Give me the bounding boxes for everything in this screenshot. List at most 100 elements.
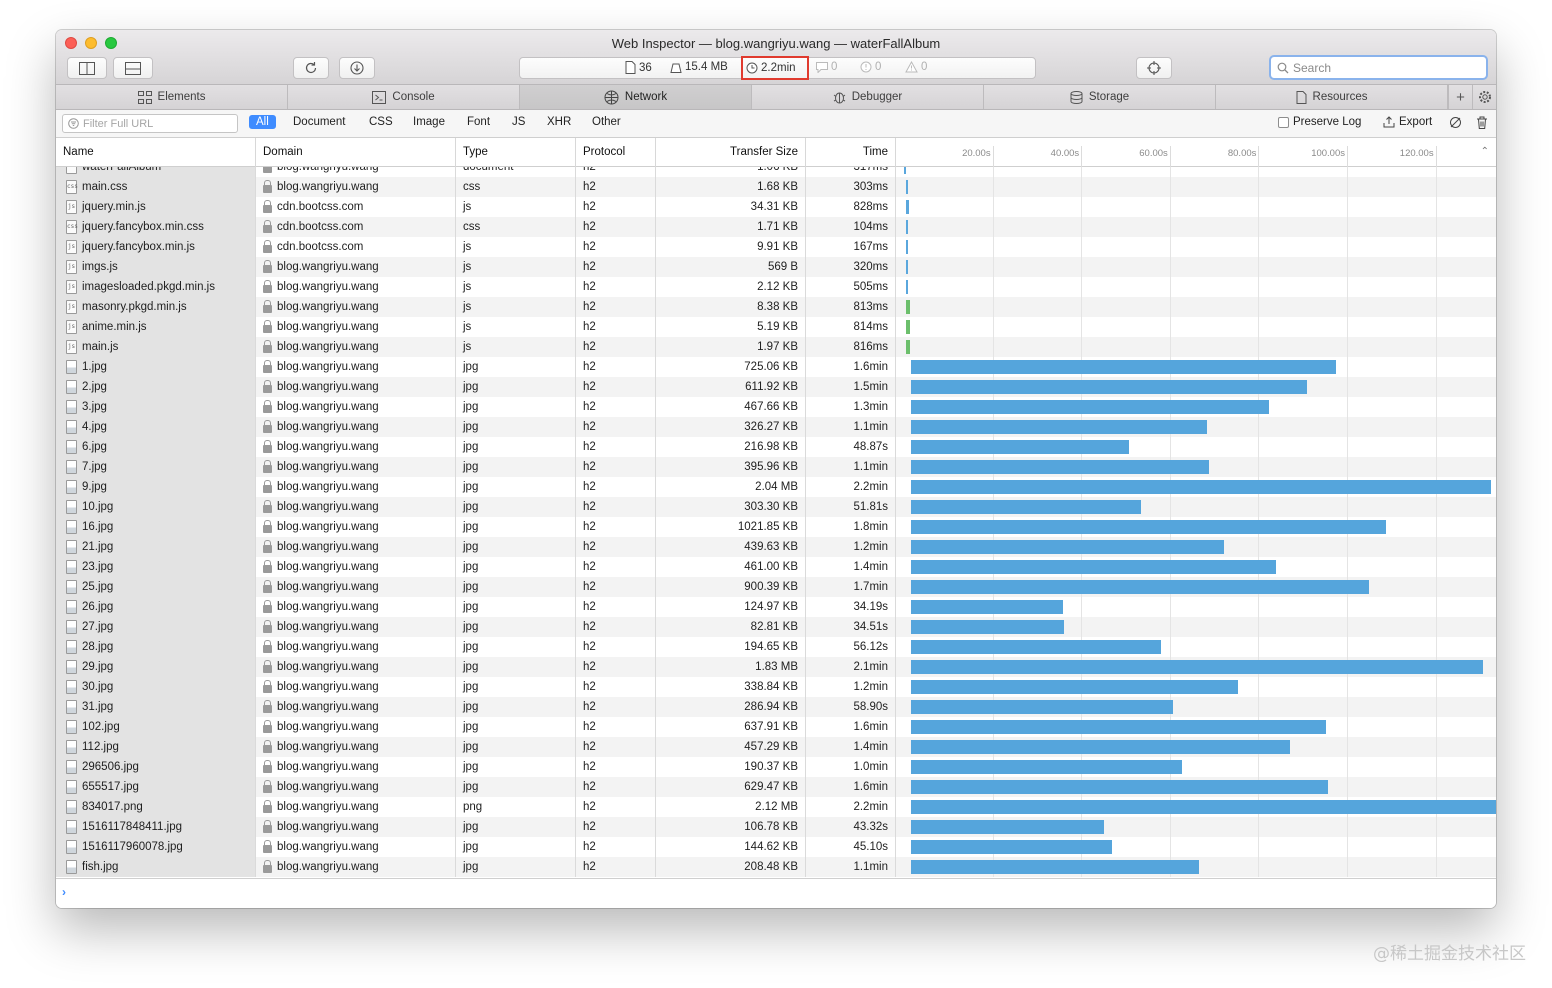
request-name-cell[interactable]: 2.jpg [56,377,256,397]
request-name-cell[interactable]: js jquery.fancybox.min.js [56,237,256,257]
request-name-cell[interactable]: fish.jpg [56,857,256,877]
filter-type-css[interactable]: CSS [369,116,393,128]
reload-button[interactable] [293,57,329,79]
waterfall-bar[interactable] [904,167,906,174]
disable-cache-button[interactable] [1449,116,1462,129]
request-name-cell[interactable]: 1516117960078.jpg [56,837,256,857]
request-name-cell[interactable]: 1516117848411.jpg [56,817,256,837]
request-name-cell[interactable]: waterFallAlbum [56,167,256,177]
waterfall-bar[interactable] [910,520,1387,534]
search-field[interactable]: Search [1269,55,1488,80]
table-row[interactable]: 30.jpg blog.wangriyu.wang jpg h2 338.84 KB 1.… [56,677,1496,697]
filter-type-js[interactable]: JS [512,116,525,128]
table-row[interactable]: 25.jpg blog.wangriyu.wang jpg h2 900.39 KB 1.… [56,577,1496,597]
load-time[interactable]: 2.2min [741,56,809,80]
request-name-cell[interactable]: css main.css [56,177,256,197]
waterfall-bar[interactable] [910,780,1328,794]
table-row[interactable]: css main.css blog.wangriyu.wang css h2 1.68 K… [56,177,1496,197]
error-count[interactable]: 0 [860,61,881,73]
request-name-cell[interactable]: 834017.png [56,797,256,817]
waterfall-bar[interactable] [910,460,1210,474]
dock-side-button[interactable] [67,57,107,79]
waterfall-bar[interactable] [905,200,910,214]
table-row[interactable]: 10.jpg blog.wangriyu.wang jpg h2 303.30 KB 51… [56,497,1496,517]
waterfall-bar[interactable] [910,380,1308,394]
waterfall-bar[interactable] [905,320,911,334]
request-name-cell[interactable]: 21.jpg [56,537,256,557]
waterfall-bar[interactable] [910,420,1207,434]
table-row[interactable]: 2.jpg blog.wangriyu.wang jpg h2 611.92 KB 1.5… [56,377,1496,397]
waterfall-bar[interactable] [910,560,1277,574]
request-name-cell[interactable]: js anime.min.js [56,317,256,337]
add-tab-button[interactable]: + [1448,85,1472,109]
column-header-name[interactable]: Name [56,138,256,167]
tab-debugger[interactable]: Debugger [752,85,984,109]
table-row[interactable]: 834017.png blog.wangriyu.wang png h2 2.12 MB… [56,797,1496,817]
column-header-transfer-size[interactable]: Transfer Size [656,138,806,167]
request-name-cell[interactable]: js imgs.js [56,257,256,277]
request-name-cell[interactable]: js masonry.pkgd.min.js [56,297,256,317]
waterfall-bar[interactable] [910,480,1491,494]
column-header-protocol[interactable]: Protocol [576,138,656,167]
waterfall-bar[interactable] [905,180,908,194]
waterfall-bar[interactable] [905,220,908,234]
filter-type-font[interactable]: Font [467,116,490,128]
network-request-list[interactable]: waterFallAlbum blog.wangriyu.wang document… [56,167,1496,878]
table-row[interactable]: 112.jpg blog.wangriyu.wang jpg h2 457.29 KB 1… [56,737,1496,757]
dock-bottom-button[interactable] [113,57,153,79]
waterfall-bar[interactable] [910,740,1290,754]
request-name-cell[interactable]: js imagesloaded.pkgd.min.js [56,277,256,297]
request-name-cell[interactable]: 10.jpg [56,497,256,517]
filter-type-image[interactable]: Image [413,116,445,128]
preserve-log-toggle[interactable]: Preserve Log [1278,116,1361,128]
request-name-cell[interactable]: 27.jpg [56,617,256,637]
request-name-cell[interactable]: 102.jpg [56,717,256,737]
filter-type-xhr[interactable]: XHR [547,116,571,128]
waterfall-bar[interactable] [910,660,1484,674]
table-row[interactable]: js jquery.fancybox.min.js cdn.bootcss.com j… [56,237,1496,257]
request-name-cell[interactable]: 6.jpg [56,437,256,457]
table-row[interactable]: 655517.jpg blog.wangriyu.wang jpg h2 629.47 … [56,777,1496,797]
waterfall-bar[interactable] [910,500,1142,514]
table-row[interactable]: 21.jpg blog.wangriyu.wang jpg h2 439.63 KB 1.… [56,537,1496,557]
download-archive-button[interactable] [339,57,375,79]
waterfall-bar[interactable] [910,820,1104,834]
waterfall-bar[interactable] [910,440,1129,454]
waterfall-bar[interactable] [910,800,1496,814]
settings-button[interactable] [1472,85,1496,109]
request-name-cell[interactable]: 28.jpg [56,637,256,657]
table-row[interactable]: 7.jpg blog.wangriyu.wang jpg h2 395.96 KB 1.1… [56,457,1496,477]
clear-log-button[interactable] [1476,116,1488,129]
table-row[interactable]: 23.jpg blog.wangriyu.wang jpg h2 461.00 KB 1.… [56,557,1496,577]
table-row[interactable]: 28.jpg blog.wangriyu.wang jpg h2 194.65 KB 56… [56,637,1496,657]
inspect-element-button[interactable] [1136,57,1172,79]
waterfall-bar[interactable] [910,640,1162,654]
waterfall-bar[interactable] [905,280,908,294]
request-name-cell[interactable]: 30.jpg [56,677,256,697]
table-row[interactable]: js anime.min.js blog.wangriyu.wang js h2 5.19… [56,317,1496,337]
table-row[interactable]: js imagesloaded.pkgd.min.js blog.wangriyu.… [56,277,1496,297]
table-row[interactable]: 31.jpg blog.wangriyu.wang jpg h2 286.94 KB 58… [56,697,1496,717]
request-name-cell[interactable]: css jquery.fancybox.min.css [56,217,256,237]
waterfall-bar[interactable] [910,580,1369,594]
tab-storage[interactable]: Storage [984,85,1216,109]
waterfall-bar[interactable] [910,600,1064,614]
resource-count[interactable]: 36 [625,61,652,74]
filter-type-document[interactable]: Document [293,116,345,128]
waterfall-bar[interactable] [910,540,1224,554]
table-row[interactable]: js masonry.pkgd.min.js blog.wangriyu.wang j… [56,297,1496,317]
waterfall-bar[interactable] [910,760,1183,774]
waterfall-bar[interactable] [910,620,1064,634]
preserve-log-checkbox[interactable] [1278,116,1289,128]
table-row[interactable]: 1516117960078.jpg blog.wangriyu.wang jpg h2… [56,837,1496,857]
column-header-domain[interactable]: Domain [256,138,456,167]
request-name-cell[interactable]: 112.jpg [56,737,256,757]
request-name-cell[interactable]: 296506.jpg [56,757,256,777]
table-row[interactable]: 3.jpg blog.wangriyu.wang jpg h2 467.66 KB 1.3… [56,397,1496,417]
resource-size[interactable]: 15.4 MB [670,61,728,73]
table-row[interactable]: 16.jpg blog.wangriyu.wang jpg h2 1021.85 KB 1… [56,517,1496,537]
column-header-type[interactable]: Type [456,138,576,167]
waterfall-bar[interactable] [905,340,911,354]
tab-elements[interactable]: Elements [56,85,288,109]
table-row[interactable]: 27.jpg blog.wangriyu.wang jpg h2 82.81 KB 34.… [56,617,1496,637]
